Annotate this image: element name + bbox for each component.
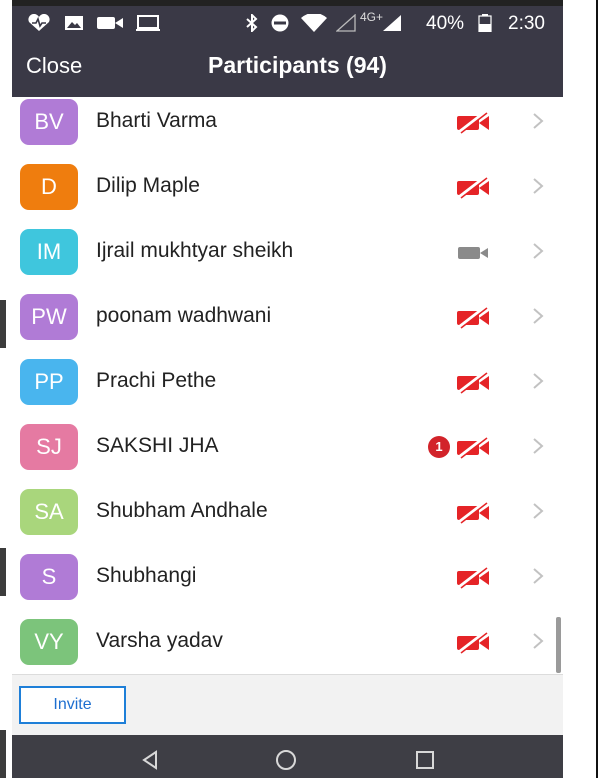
- participant-row[interactable]: PP Prachi Pethe: [12, 352, 563, 418]
- participant-name: SAKSHI JHA: [96, 434, 219, 457]
- avatar: IM: [20, 229, 78, 275]
- participants-header: Close Participants (94): [12, 40, 563, 97]
- network-type-label: 4G+: [360, 10, 384, 24]
- heart-icon: [28, 14, 50, 31]
- participant-row[interactable]: IM Ijrail mukhtyar sheikh: [12, 222, 563, 288]
- avatar: D: [20, 164, 78, 210]
- video-off-icon: [457, 435, 489, 459]
- participant-row[interactable]: SJ SAKSHI JHA 1: [12, 417, 563, 483]
- chevron-right-icon[interactable]: [532, 241, 544, 261]
- edge-mark: [0, 548, 6, 596]
- screenshot-edge: [0, 0, 12, 778]
- video-off-icon: [457, 175, 489, 199]
- chevron-right-icon[interactable]: [532, 306, 544, 326]
- phone-screen: 4G+ 40% 2:30 Close Participants (94) BV B…: [12, 6, 563, 778]
- participant-row[interactable]: S Shubhangi: [12, 547, 563, 613]
- chevron-right-icon[interactable]: [532, 631, 544, 651]
- participant-row[interactable]: VY Varsha yadav: [12, 612, 563, 674]
- participant-name: Varsha yadav: [96, 629, 223, 652]
- participant-row[interactable]: SA Shubham Andhale: [12, 482, 563, 548]
- participants-footer: Invite: [12, 674, 563, 741]
- gallery-icon: [65, 16, 83, 30]
- page-title: Participants (94): [208, 52, 387, 78]
- participant-name: Prachi Pethe: [96, 369, 217, 392]
- battery-percent: 40%: [426, 13, 465, 34]
- battery-icon: [478, 14, 492, 32]
- edge-mark: [0, 300, 6, 348]
- chevron-right-icon[interactable]: [532, 501, 544, 521]
- bluetooth-icon: [246, 14, 258, 32]
- avatar: PW: [20, 294, 78, 340]
- video-off-icon: [457, 305, 489, 329]
- home-icon[interactable]: [273, 749, 299, 771]
- screenshot-edge: [563, 0, 608, 778]
- signal-icon: [336, 14, 356, 32]
- participant-name: Shubhangi: [96, 564, 197, 587]
- android-nav-bar: [12, 735, 563, 778]
- avatar: VY: [20, 619, 78, 665]
- avatar: PP: [20, 359, 78, 405]
- chevron-right-icon[interactable]: [532, 436, 544, 456]
- signal-icon: [383, 15, 401, 31]
- participant-name: Ijrail mukhtyar sheikh: [96, 239, 294, 262]
- chevron-right-icon[interactable]: [532, 176, 544, 196]
- video-off-icon: [457, 500, 489, 524]
- participant-name: poonam wadhwani: [96, 304, 272, 327]
- participant-row[interactable]: D Dilip Maple: [12, 157, 563, 223]
- back-icon[interactable]: [138, 749, 164, 771]
- monitor-icon: [136, 15, 160, 31]
- clock-time: 2:30: [508, 13, 545, 34]
- participant-row[interactable]: PW poonam wadhwani: [12, 287, 563, 353]
- invite-button[interactable]: Invite: [19, 686, 126, 724]
- wifi-icon: [301, 14, 327, 32]
- edge-mark: [0, 730, 6, 778]
- recents-icon[interactable]: [412, 749, 438, 771]
- video-off-icon: [457, 110, 489, 134]
- participants-list[interactable]: BV Bharti Varma D Dilip Maple IM Ijrail mukht…: [12, 97, 563, 674]
- chevron-right-icon[interactable]: [532, 111, 544, 131]
- video-off-icon: [457, 370, 489, 394]
- avatar: SA: [20, 489, 78, 535]
- participant-name: Shubham Andhale: [96, 499, 268, 522]
- participant-row[interactable]: BV Bharti Varma: [12, 97, 563, 158]
- avatar: S: [20, 554, 78, 600]
- video-on-icon: [458, 247, 488, 259]
- chat-count-badge: 1: [428, 436, 450, 458]
- video-icon: [97, 17, 123, 29]
- avatar: BV: [20, 99, 78, 145]
- participant-name: Bharti Varma: [96, 109, 217, 132]
- chevron-right-icon[interactable]: [532, 566, 544, 586]
- status-bar: 4G+ 40% 2:30: [12, 6, 563, 40]
- video-off-icon: [457, 630, 489, 654]
- scrollbar-thumb[interactable]: [556, 617, 561, 673]
- participant-name: Dilip Maple: [96, 174, 200, 197]
- do-not-disturb-icon: [271, 14, 289, 32]
- chevron-right-icon[interactable]: [532, 371, 544, 391]
- avatar: SJ: [20, 424, 78, 470]
- video-off-icon: [457, 565, 489, 589]
